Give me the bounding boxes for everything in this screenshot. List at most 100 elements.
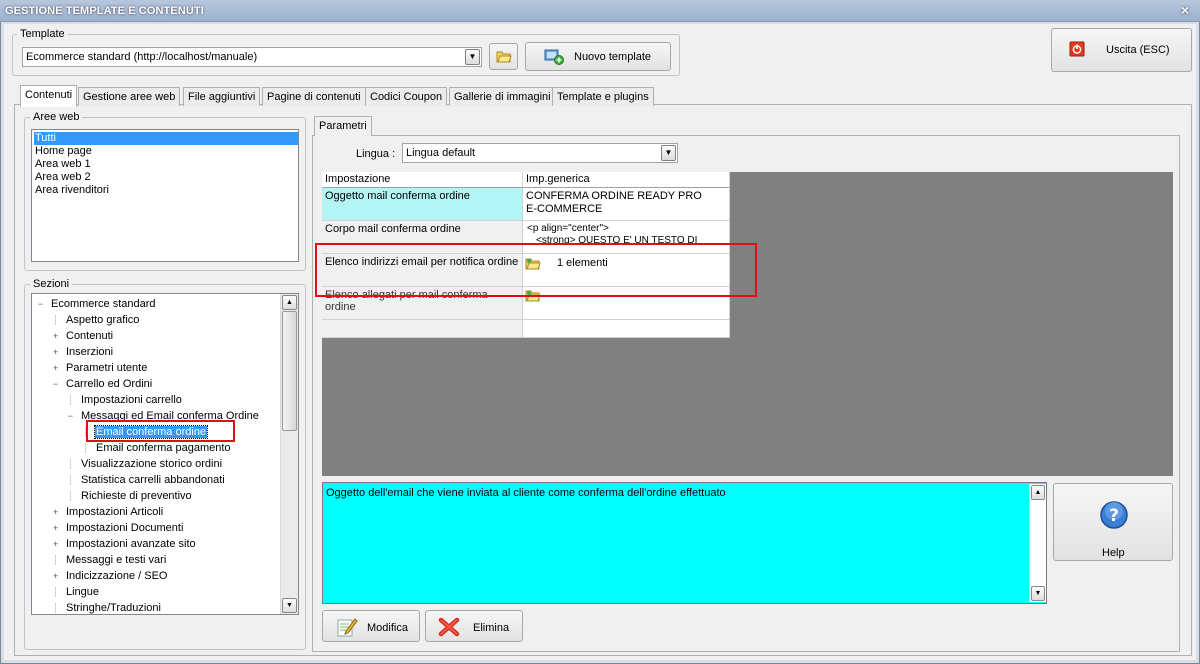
tree-item[interactable]: + Impostazioni Documenti	[51, 520, 184, 536]
aree-web-list[interactable]: Tutti Home page Area web 1 Area web 2 Ar…	[31, 129, 299, 262]
exit-button[interactable]: Uscita (ESC)	[1051, 28, 1192, 72]
help-button[interactable]: ? Help	[1053, 483, 1173, 561]
grid-cell-name[interactable]: Oggetto mail conferma ordine	[322, 188, 523, 221]
tree-line-icon: ┊	[67, 459, 74, 469]
list-item[interactable]: Home page	[34, 145, 298, 158]
expand-icon[interactable]: +	[51, 344, 60, 360]
tree-item[interactable]: ┊ Richieste di preventivo	[66, 488, 193, 504]
window-title: GESTIONE TEMPLATE E CONTENUTI	[5, 5, 204, 17]
tree-item[interactable]: + Impostazioni avanzate sito	[51, 536, 197, 552]
modifica-button[interactable]: Modifica	[322, 610, 420, 642]
list-item[interactable]: Area web 2	[34, 171, 298, 184]
highlight-box-tree	[86, 420, 235, 442]
tree-item[interactable]: − Ecommerce standard	[36, 296, 157, 312]
list-item[interactable]: Tutti	[34, 132, 298, 145]
lingua-label: Lingua :	[356, 148, 396, 160]
chevron-down-icon[interactable]: ▼	[465, 49, 480, 65]
scroll-up-icon[interactable]: ▲	[1031, 485, 1045, 500]
tab-parametri[interactable]: Parametri	[314, 116, 372, 136]
description-memo[interactable]: Oggetto dell'email che viene inviata al …	[322, 482, 1047, 604]
sezioni-tree[interactable]: − Ecommerce standard ┊ Aspetto grafico + Cont…	[31, 293, 299, 615]
aree-web-label: Aree web	[30, 111, 83, 123]
tree-item[interactable]: ┊ Visualizzazione storico ordini	[66, 456, 223, 472]
template-select[interactable]: Ecommerce standard (http://localhost/man…	[22, 47, 482, 67]
grid-header[interactable]: Impostazione	[322, 172, 523, 188]
grid-header[interactable]: Imp.generica	[523, 172, 730, 188]
expand-icon[interactable]: +	[51, 504, 60, 520]
svg-text:?: ?	[1109, 506, 1119, 526]
grid-value-line: E-COMMERCE	[526, 203, 603, 215]
grid-value-line: CONFERMA ORDINE READY PRO	[526, 190, 702, 202]
tree-item[interactable]: ┊ Lingue	[51, 584, 100, 600]
scroll-down-icon[interactable]: ▼	[1031, 586, 1045, 601]
tree-line-icon: ┊	[67, 395, 74, 405]
memo-scrollbar[interactable]: ▲ ▼	[1029, 484, 1046, 602]
tree-item[interactable]: + Indicizzazione / SEO	[51, 568, 169, 584]
tab-contenuti[interactable]: Contenuti	[20, 85, 78, 107]
grid-cell-empty[interactable]	[322, 320, 523, 338]
collapse-icon[interactable]: −	[66, 408, 75, 424]
collapse-icon[interactable]: −	[51, 376, 60, 392]
tree-item-label: Ecommerce standard	[51, 298, 156, 310]
scroll-down-icon[interactable]: ▼	[282, 598, 297, 613]
tree-item[interactable]: ┊ Impostazioni carrello	[66, 392, 183, 408]
tree-item-label: Aspetto grafico	[66, 314, 140, 326]
expand-icon[interactable]: +	[51, 360, 60, 376]
tree-item[interactable]: ┊ Aspetto grafico	[51, 312, 140, 328]
exit-label: Uscita (ESC)	[1106, 44, 1170, 56]
modifica-label: Modifica	[367, 622, 408, 634]
lingua-select[interactable]: Lingua default ▼	[402, 143, 678, 163]
expand-icon[interactable]: +	[51, 536, 60, 552]
tab-file-aggiuntivi[interactable]: File aggiuntivi	[183, 87, 261, 106]
open-folder-button[interactable]	[489, 43, 518, 70]
tree-line-icon: ┊	[67, 491, 74, 501]
tree-item-label: Messaggi e testi vari	[66, 554, 167, 566]
expand-icon[interactable]: +	[51, 520, 60, 536]
tab-gestione-aree-web[interactable]: Gestione aree web	[78, 87, 181, 106]
new-template-button[interactable]: Nuovo template	[525, 42, 671, 71]
expand-icon[interactable]: +	[51, 328, 60, 344]
tab-pagine-contenuti[interactable]: Pagine di contenuti	[262, 87, 366, 106]
new-template-label: Nuovo template	[574, 51, 652, 63]
tree-item-label: Impostazioni Documenti	[66, 522, 184, 534]
tree-item-label: Statistica carrelli abbandonati	[81, 474, 225, 486]
template-select-value: Ecommerce standard (http://localhost/man…	[26, 51, 258, 63]
grid-cell-empty[interactable]	[523, 320, 730, 338]
tree-item-label: Stringhe/Traduzioni	[66, 602, 161, 614]
scroll-up-icon[interactable]: ▲	[282, 295, 297, 310]
tree-item[interactable]: − Carrello ed Ordini	[51, 376, 153, 392]
add-template-icon	[544, 49, 564, 65]
tree-item[interactable]: + Parametri utente	[51, 360, 148, 376]
tree-item[interactable]: ┊ Stringhe/Traduzioni	[51, 600, 162, 614]
tab-gallerie-immagini[interactable]: Gallerie di immagini	[449, 87, 556, 106]
tree-scrollbar[interactable]: ▲ ▼	[280, 294, 298, 614]
grid-cell-value[interactable]: CONFERMA ORDINE READY PRO E-COMMERCE	[523, 188, 730, 221]
tree-line-icon: ┊	[52, 587, 59, 597]
close-icon[interactable]: ×	[1176, 2, 1194, 19]
tab-template-plugins[interactable]: Template e plugins	[552, 87, 654, 106]
tree-item[interactable]: ┊ Messaggi e testi vari	[51, 552, 167, 568]
elimina-button[interactable]: Elimina	[425, 610, 523, 642]
power-icon	[1069, 41, 1085, 57]
tree-item-label: Visualizzazione storico ordini	[81, 458, 223, 470]
tree-item[interactable]: + Impostazioni Articoli	[51, 504, 164, 520]
help-label: Help	[1102, 547, 1125, 559]
tree-item-label: Impostazioni Articoli	[66, 506, 164, 518]
tree-item[interactable]: ┊ Email conferma pagamento	[81, 440, 232, 456]
tree-item[interactable]: + Contenuti	[51, 328, 114, 344]
expand-icon[interactable]: +	[51, 568, 60, 584]
template-group-label: Template	[17, 28, 68, 40]
description-text: Oggetto dell'email che viene inviata al …	[326, 487, 726, 499]
list-item[interactable]: Area web 1	[34, 158, 298, 171]
chevron-down-icon[interactable]: ▼	[661, 145, 676, 161]
title-bar[interactable]: GESTIONE TEMPLATE E CONTENUTI ×	[0, 0, 1200, 22]
tree-item-label: Carrello ed Ordini	[66, 378, 153, 390]
tree-item[interactable]: + Inserzioni	[51, 344, 114, 360]
list-item[interactable]: Area rivenditori	[34, 184, 298, 197]
tree-line-icon: ┊	[82, 443, 89, 453]
collapse-icon[interactable]: −	[36, 296, 45, 312]
parameters-grid[interactable]: Impostazione Imp.generica Oggetto mail c…	[322, 172, 1173, 476]
scroll-thumb[interactable]	[282, 311, 297, 431]
tree-item[interactable]: ┊ Statistica carrelli abbandonati	[66, 472, 226, 488]
tab-codici-coupon[interactable]: Codici Coupon	[365, 87, 448, 106]
